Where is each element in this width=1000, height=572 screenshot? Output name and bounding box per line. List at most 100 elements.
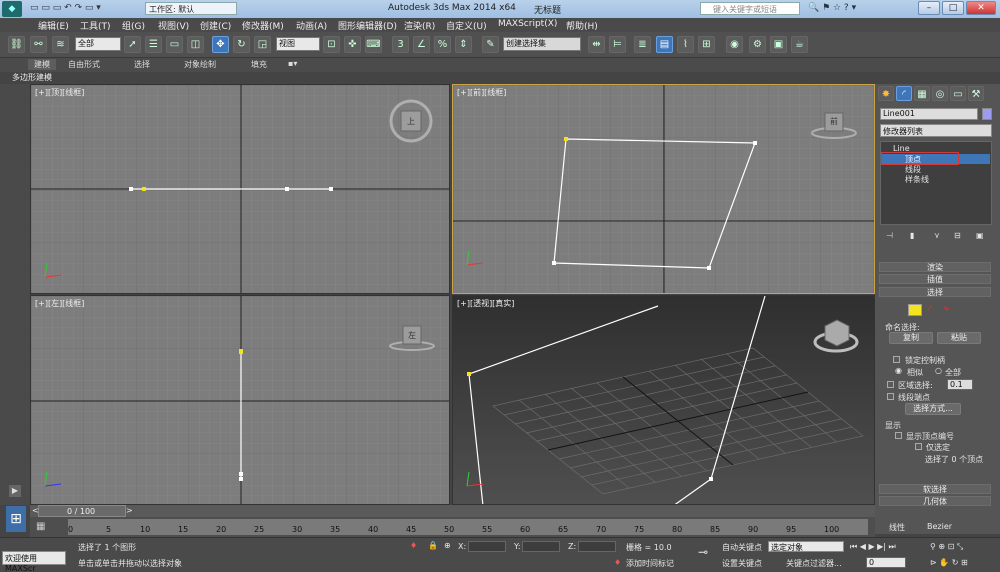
menu-edit[interactable]: 编辑(E) <box>38 19 69 32</box>
search-input[interactable]: 键入关键字或短语 <box>700 2 800 15</box>
transform-mode-icon[interactable]: ⊕ <box>444 541 451 550</box>
menu-maxscript[interactable]: MAXScript(X) <box>498 19 557 29</box>
current-frame-field[interactable]: 0 <box>866 557 906 568</box>
render-frame-icon[interactable]: ▣ <box>770 36 787 53</box>
menu-customize[interactable]: 自定义(U) <box>446 19 487 32</box>
viewport-layout-icon[interactable]: ⊞ <box>6 506 26 532</box>
interp-linear-label[interactable]: 线性 <box>889 522 905 533</box>
vertex-mode-icon[interactable] <box>908 304 922 316</box>
menu-graph-editors[interactable]: 图形编辑器(D) <box>338 19 397 32</box>
paste-button[interactable]: 粘贴 <box>937 332 981 344</box>
named-selection-dropdown[interactable]: 创建选择集 <box>503 37 581 51</box>
viewport-nav-icons-2[interactable]: ⊳ ✋ ↻ ⊞ <box>930 558 968 567</box>
maximize-button[interactable]: □ <box>942 1 964 15</box>
add-time-tag-icon[interactable]: ♦ <box>614 558 621 567</box>
ribbon-tab-modeling[interactable]: 建模 <box>28 59 56 70</box>
viewport-top-label[interactable]: [+][顶][线框] <box>35 87 84 98</box>
viewport-front[interactable]: [+][前][线框] 前 <box>452 84 875 294</box>
viewport-perspective[interactable]: [+][透视][真实] <box>452 295 875 505</box>
interp-bezier-label[interactable]: Bezier <box>927 522 952 531</box>
rollout-interpolation[interactable]: 插值 <box>879 274 991 284</box>
ribbon-tab-populate[interactable]: 填充 <box>251 59 267 70</box>
copy-button[interactable]: 复制 <box>889 332 933 344</box>
rollout-selection[interactable]: 选择 <box>879 287 991 297</box>
object-name-field[interactable]: Line001 <box>880 108 978 120</box>
edit-named-sel-icon[interactable]: ✎ <box>482 36 499 53</box>
display-tab-icon[interactable]: ▭ <box>950 86 966 101</box>
track-bar[interactable]: ▦ 0 5 10 15 20 25 30 35 40 45 50 55 60 6… <box>30 517 875 537</box>
menu-create[interactable]: 创建(C) <box>200 19 231 32</box>
viewport-left[interactable]: [+][左][线框] 左 <box>30 295 450 505</box>
modify-tab-icon[interactable]: ◜ <box>896 86 912 101</box>
maxscript-listener[interactable]: 欢迎使用 MAXScr <box>2 551 66 572</box>
rollout-geometry[interactable]: 几何体 <box>879 496 991 506</box>
menu-modifiers[interactable]: 修改器(M) <box>242 19 284 32</box>
segment-mode-icon[interactable]: ⁄ <box>929 304 930 313</box>
pivot-center-icon[interactable]: ⊡ <box>323 36 340 53</box>
stack-item-spline[interactable]: 样条线 <box>905 174 929 185</box>
viewport-persp-label[interactable]: [+][透视][真实] <box>457 298 514 309</box>
area-selection-spinner[interactable]: 0.1 <box>947 379 973 390</box>
x-coord-field[interactable] <box>468 541 506 552</box>
angle-snap-icon[interactable]: ∠ <box>413 36 430 53</box>
viewport-nav-icons[interactable]: ⚲ ⊕ ⊡ ⤡ <box>930 542 963 552</box>
mirror-icon[interactable]: ⇹ <box>588 36 605 53</box>
utilities-tab-icon[interactable]: ⚒ <box>968 86 984 101</box>
viewport-left-label[interactable]: [+][左][线框] <box>35 298 84 309</box>
time-slider-thumb[interactable]: 0 / 100 <box>38 505 126 517</box>
show-end-result-icon[interactable]: ▮ <box>910 231 914 240</box>
menu-help[interactable]: 帮助(H) <box>566 19 598 32</box>
link-icon[interactable]: ⛓ <box>8 36 25 53</box>
menu-group[interactable]: 组(G) <box>122 19 145 32</box>
workspace-dropdown[interactable]: 工作区: 默认 <box>145 2 237 15</box>
snaps-toggle-icon[interactable]: 3 <box>392 36 409 53</box>
show-vertex-numbers-checkbox[interactable] <box>895 432 902 439</box>
render-icon[interactable]: ☕ <box>791 36 808 53</box>
key-filters-button[interactable]: 关键点过滤器... <box>786 558 842 569</box>
next-frame-icon[interactable]: > <box>126 506 133 515</box>
close-button[interactable]: ✕ <box>966 1 996 15</box>
percent-snap-icon[interactable]: % <box>434 36 451 53</box>
all-radio[interactable]: ○ <box>935 366 942 375</box>
rollout-soft-selection[interactable]: 软选择 <box>879 484 991 494</box>
layer-manager-icon[interactable]: ≣ <box>634 36 651 53</box>
ribbon-sub-label[interactable]: 多边形建模 <box>12 72 52 83</box>
y-coord-field[interactable] <box>522 541 560 552</box>
render-setup-icon[interactable]: ⚙ <box>749 36 766 53</box>
quick-access-icons[interactable]: ▭ ▭ ▭ ↶ ↷ ▭ ▾ <box>30 3 101 13</box>
ribbon-options-icon[interactable]: ▪▾ <box>288 59 297 68</box>
segment-end-checkbox[interactable] <box>887 393 894 400</box>
rotate-icon[interactable]: ↻ <box>233 36 250 53</box>
bind-spacewarp-icon[interactable]: ≋ <box>52 36 69 53</box>
modifier-list-dropdown[interactable]: 修改器列表 <box>880 124 992 137</box>
only-selected-checkbox[interactable] <box>915 443 922 450</box>
z-coord-field[interactable] <box>578 541 616 552</box>
viewcube-top-label[interactable]: 上 <box>407 116 415 127</box>
viewport-top[interactable]: [+][顶][线框] 上 <box>30 84 450 294</box>
menu-rendering[interactable]: 渲染(R) <box>404 19 435 32</box>
motion-tab-icon[interactable]: ◎ <box>932 86 948 101</box>
pin-stack-icon[interactable]: ⊣ <box>886 231 893 240</box>
track-bar-icon[interactable]: ▦ <box>36 521 45 532</box>
spinner-snap-icon[interactable]: ⇕ <box>455 36 472 53</box>
key-icon[interactable]: ⊸ <box>698 545 708 559</box>
lock-selection-icon[interactable]: 🔒 <box>428 541 438 550</box>
lock-handles-checkbox[interactable] <box>893 356 900 363</box>
playback-controls[interactable]: ⏮ ◀ ▶ ▶| ⏭ <box>850 542 896 552</box>
help-icons[interactable]: 🔍 ⚑ ☆ ? ▾ <box>808 3 856 13</box>
app-logo-icon[interactable]: ◆ <box>2 1 22 17</box>
spline-mode-icon[interactable]: ∿ <box>943 304 950 313</box>
object-color-swatch[interactable] <box>982 108 992 120</box>
configure-sets-icon[interactable]: ▣ <box>976 231 984 240</box>
schematic-view-icon[interactable]: ⊞ <box>698 36 715 53</box>
ribbon-tab-freeform[interactable]: 自由形式 <box>68 59 100 70</box>
select-manipulate-icon[interactable]: ✜ <box>344 36 361 53</box>
rollout-rendering[interactable]: 渲染 <box>879 262 991 272</box>
minimize-button[interactable]: – <box>918 1 940 15</box>
scale-icon[interactable]: ◲ <box>254 36 271 53</box>
viewcube-front-label[interactable]: 前 <box>830 116 838 127</box>
material-editor-icon[interactable]: ◉ <box>726 36 743 53</box>
make-unique-icon[interactable]: ⋎ <box>934 231 940 240</box>
rect-selection-icon[interactable]: ▭ <box>166 36 183 53</box>
ribbon-toggle-icon[interactable]: ▤ <box>656 36 673 53</box>
